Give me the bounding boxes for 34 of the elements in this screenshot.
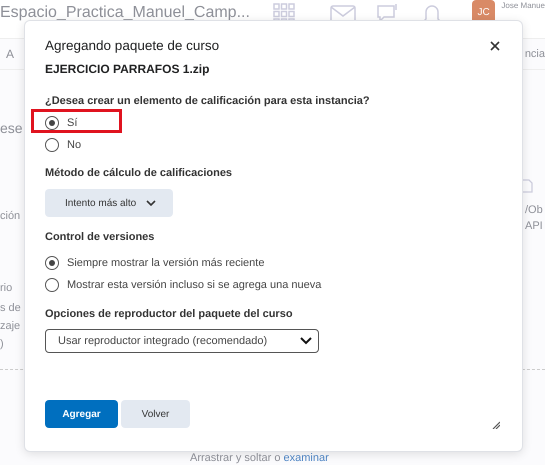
file-name: EJERCICIO PARRAFOS 1.zip <box>45 62 210 76</box>
chevron-down-icon <box>146 200 156 206</box>
player-select[interactable]: Usar reproductor integrado (recomendado) <box>45 329 319 353</box>
dialog-title: Agregando paquete de curso <box>45 38 220 53</box>
radio-button[interactable] <box>45 256 59 270</box>
page-text: ese <box>0 120 23 136</box>
user-name: Jose Manue <box>501 0 545 10</box>
page-text: s de <box>0 302 21 314</box>
radio-label[interactable]: Siempre mostrar la versión más reciente <box>67 257 264 269</box>
radio-label[interactable]: No <box>67 139 82 151</box>
course-title: Espacio_Practica_Manuel_Camp... <box>0 4 251 22</box>
page-text: ) <box>0 338 4 350</box>
back-button[interactable]: Volver <box>121 400 190 428</box>
radio-label[interactable]: Mostrar esta versión incluso si se agrega una nueva <box>67 279 322 291</box>
close-icon[interactable] <box>490 40 500 50</box>
page-text: zaje <box>0 320 20 332</box>
version-label: Control de versiones <box>45 231 156 243</box>
method-dropdown[interactable]: Intento más alto <box>45 189 173 217</box>
page-text: /Ob <box>525 204 543 216</box>
question-label: ¿Desea crear un elemento de calificación para esta instancia? <box>45 95 371 107</box>
chevron-down-icon <box>300 337 312 345</box>
radio-label[interactable]: Sí <box>67 117 78 129</box>
browse-link[interactable]: examinar <box>284 452 329 464</box>
page-text: rio <box>0 282 12 294</box>
add-button[interactable]: Agregar <box>45 400 118 428</box>
method-label: Método de cálculo de calificaciones <box>45 167 234 179</box>
page-text: API <box>525 220 543 232</box>
page-text: ción <box>0 210 20 222</box>
player-label: Opciones de reproductor del paquete del curso <box>45 308 294 320</box>
radio-button[interactable] <box>45 278 59 292</box>
radio-button[interactable] <box>45 138 59 152</box>
radio-button[interactable] <box>45 116 59 130</box>
resize-handle-icon[interactable] <box>492 421 500 429</box>
drop-hint: Arrastrar y soltar o examinar <box>190 452 329 465</box>
